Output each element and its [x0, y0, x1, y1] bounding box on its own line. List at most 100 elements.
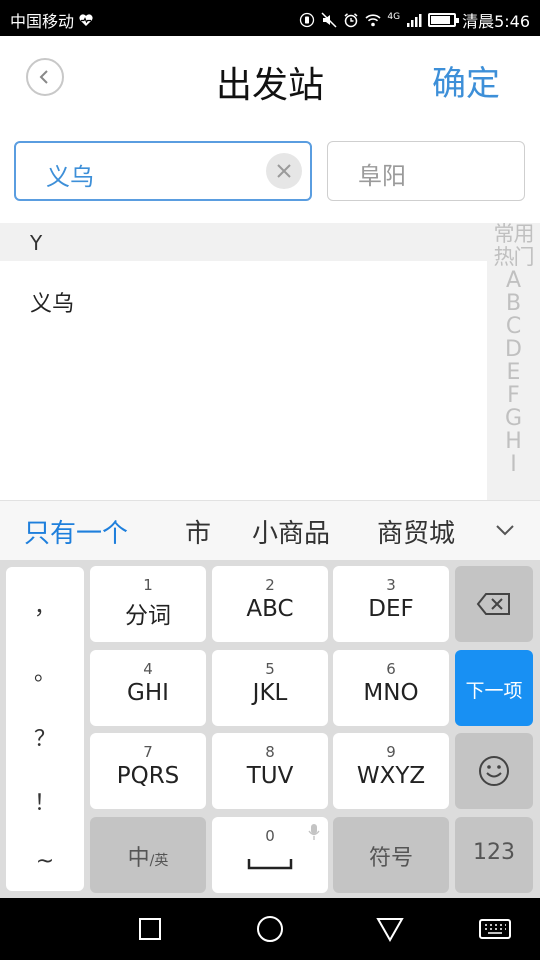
backspace-icon: [476, 593, 510, 615]
punct-period[interactable]: 。: [6, 655, 84, 687]
key-label: PQRS: [116, 763, 180, 789]
next-field-label: 下一项: [465, 680, 523, 702]
key-label: MNO: [363, 680, 419, 706]
index-item-a[interactable]: A: [487, 269, 540, 292]
key-number: 2: [265, 576, 275, 594]
key-label: GHI: [127, 680, 169, 706]
key-1[interactable]: 1 分词: [90, 566, 206, 642]
key-3[interactable]: 3 DEF: [333, 566, 449, 642]
key-6[interactable]: 6 MNO: [333, 650, 449, 726]
index-item-hot[interactable]: 热门: [487, 246, 540, 269]
departure-station-value[interactable]: 义乌: [46, 157, 94, 192]
numbers-key[interactable]: 123: [455, 817, 533, 893]
home-button[interactable]: [255, 914, 285, 944]
signal-icon: [407, 14, 422, 27]
punct-comma[interactable]: ，: [6, 589, 84, 621]
key-label: TUV: [246, 763, 294, 789]
key-label: ABC: [246, 596, 294, 622]
clear-input-button[interactable]: [266, 153, 302, 189]
key-label: WXYZ: [356, 763, 426, 789]
key-number: 1: [143, 576, 153, 594]
language-toggle-key[interactable]: 中/英: [90, 817, 206, 893]
smiley-icon: [479, 756, 509, 786]
station-inputs: 义乌 阜阳: [0, 120, 540, 220]
triangle-back-icon: [376, 918, 404, 942]
keyboard-hide-button[interactable]: [479, 914, 511, 944]
punct-exclaim[interactable]: ！: [6, 785, 84, 817]
key-number: 8: [265, 743, 275, 761]
ime-keyboard: ， 。 ？ ！ ~ 1 分词 2 ABC 3 DEF 4 GHI 5 JKL 6…: [0, 560, 540, 898]
section-header-y: Y: [0, 223, 487, 261]
key-2[interactable]: 2 ABC: [212, 566, 328, 642]
carrier-label: 中国移动: [10, 12, 75, 31]
index-item-h[interactable]: H: [487, 430, 540, 453]
index-item-e[interactable]: E: [487, 361, 540, 384]
space-key[interactable]: 0: [212, 817, 328, 893]
key-number: 6: [386, 660, 396, 678]
keyboard-icon: [479, 919, 511, 939]
space-bar-icon: [247, 859, 293, 870]
index-item-i[interactable]: I: [487, 453, 540, 476]
key-9[interactable]: 9 WXYZ: [333, 733, 449, 809]
index-item-c[interactable]: C: [487, 315, 540, 338]
candidate-1[interactable]: 只有一个: [24, 513, 128, 550]
key-number: 4: [143, 660, 153, 678]
clock-label: 清晨5:46: [462, 12, 530, 31]
index-item-common[interactable]: 常用: [487, 223, 540, 246]
microphone-icon[interactable]: [308, 823, 320, 841]
arrival-station-placeholder[interactable]: 阜阳: [358, 156, 406, 191]
symbols-key[interactable]: 符号: [333, 817, 449, 893]
key-7[interactable]: 7 PQRS: [90, 733, 206, 809]
key-label: DEF: [368, 596, 414, 622]
candidate-3[interactable]: 小商品: [252, 513, 330, 550]
index-item-g[interactable]: G: [487, 407, 540, 430]
alphabet-index-bar[interactable]: 常用 热门 A B C D E F G H I: [487, 223, 540, 500]
battery-icon: [428, 13, 460, 27]
circle-icon: [257, 916, 283, 942]
back-nav-button[interactable]: [375, 914, 405, 944]
punct-tilde[interactable]: ~: [6, 849, 84, 874]
index-item-b[interactable]: B: [487, 292, 540, 315]
key-number: 3: [386, 576, 396, 594]
candidate-2[interactable]: 市: [185, 513, 211, 550]
status-right: 4G 清晨5:46: [299, 8, 530, 32]
key-label: 分词: [125, 603, 171, 629]
punct-question[interactable]: ？: [6, 721, 84, 753]
status-left: 中国移动: [10, 8, 94, 32]
wifi-icon: [365, 14, 381, 27]
vibrate-icon: [300, 12, 315, 28]
next-field-key[interactable]: 下一项: [455, 650, 533, 726]
ime-candidate-bar: 只有一个 市 小商品 商贸城: [0, 500, 540, 560]
key-4[interactable]: 4 GHI: [90, 650, 206, 726]
navigation-bar: [0, 898, 540, 960]
symbols-label: 符号: [368, 846, 413, 871]
close-icon: [277, 164, 291, 178]
battery-fill: [431, 16, 451, 24]
chevron-down-icon[interactable]: [494, 519, 516, 541]
list-item-station[interactable]: 义乌: [0, 262, 487, 338]
key-5[interactable]: 5 JKL: [212, 650, 328, 726]
header: 出发站 确定: [0, 36, 540, 120]
punctuation-column[interactable]: ， 。 ？ ！ ~: [6, 567, 84, 891]
key-label: JKL: [252, 680, 288, 706]
section-letter: Y: [30, 231, 43, 255]
departure-station-input[interactable]: 义乌: [14, 141, 312, 201]
index-item-f[interactable]: F: [487, 384, 540, 407]
list-item-label: 义乌: [30, 292, 75, 317]
backspace-key[interactable]: [455, 566, 533, 642]
key-8[interactable]: 8 TUV: [212, 733, 328, 809]
key-number: 9: [386, 743, 396, 761]
numbers-label: 123: [473, 840, 515, 865]
emoji-key[interactable]: [455, 733, 533, 809]
network-type-label: 4G: [387, 12, 401, 22]
arrival-station-input[interactable]: 阜阳: [327, 141, 525, 201]
lang-zh: 中: [127, 846, 150, 871]
status-bar: 中国移动 4G 清晨5:46: [0, 0, 540, 36]
language-toggle-label: 中/英: [90, 840, 206, 872]
alarm-icon: [344, 13, 358, 28]
confirm-button[interactable]: 确定: [432, 56, 500, 105]
index-item-d[interactable]: D: [487, 338, 540, 361]
recent-apps-button[interactable]: [135, 914, 165, 944]
candidate-4[interactable]: 商贸城: [377, 513, 455, 550]
heart-pulse-icon: [79, 14, 93, 26]
